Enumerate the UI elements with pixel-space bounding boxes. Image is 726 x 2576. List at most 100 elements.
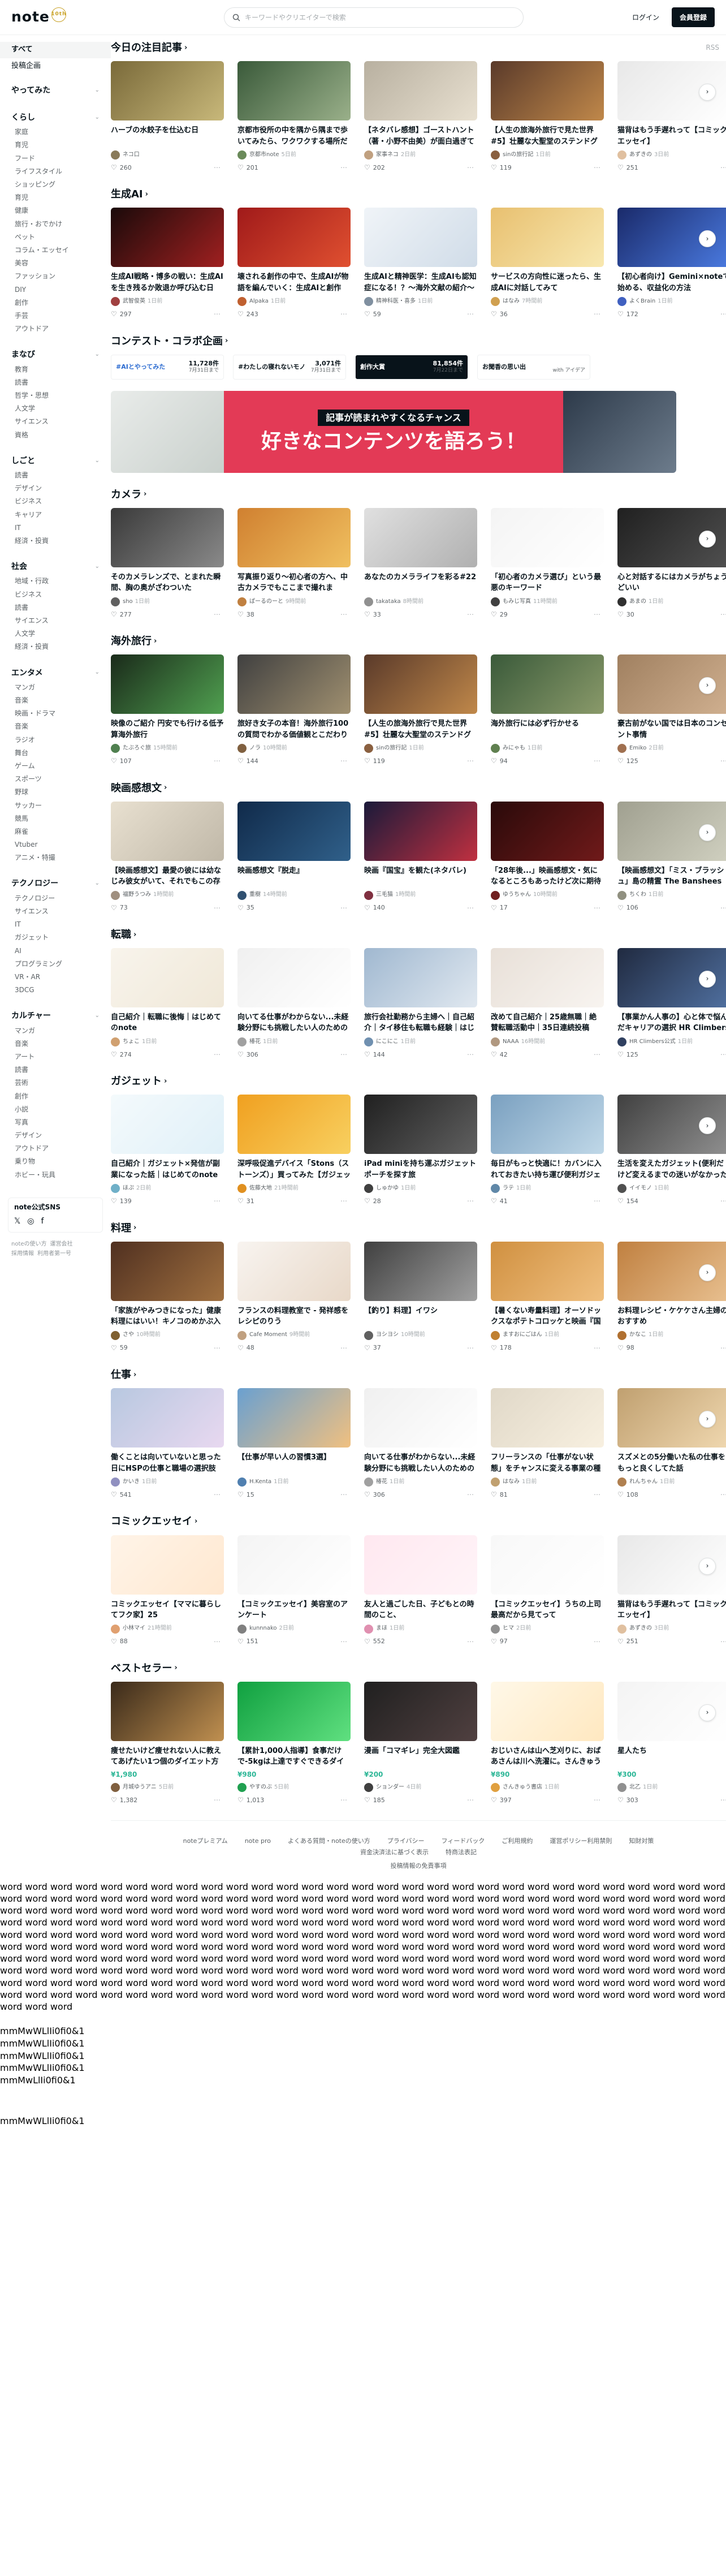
sidebar-item[interactable]: マンガ [0,1024,111,1037]
author-name[interactable]: takataka [376,598,401,606]
author-name[interactable]: 月城ゆうアニ [123,1784,157,1792]
article-thumbnail[interactable] [491,1535,604,1595]
sidebar-item[interactable]: ライフスタイル [0,165,111,178]
avatar[interactable] [364,297,373,307]
more-options-icon[interactable]: ⋯ [340,309,347,319]
heart-icon[interactable]: ♡ [111,756,117,766]
heart-icon[interactable]: ♡ [237,163,244,173]
avatar[interactable] [237,597,247,606]
more-options-icon[interactable]: ⋯ [720,610,726,619]
author-name[interactable]: H.Kenta [249,1478,271,1487]
article-title[interactable]: 友人と過ごした日、子どもとの時間のこと、 [364,1599,477,1621]
article-card[interactable]: 旅行会社勤務から主婦へ｜自己紹介｜タイ移住も転職も経験｜はじめてのnote にこに… [364,947,477,1059]
author-name[interactable]: HR Climbers公式 [629,1038,676,1046]
avatar[interactable] [237,1783,247,1793]
article-title[interactable]: 【ネタバレ感想】ゴーストハント（著・小野不由美）が面白過ぎて令和の世に... [364,125,477,147]
heart-icon[interactable]: ♡ [491,1343,497,1353]
sidebar-item[interactable]: 音楽 [0,1037,111,1050]
author-name[interactable]: 三毛猫 [376,891,393,899]
footer-link[interactable]: フィードバック [442,1837,485,1846]
author-name[interactable]: ほぷ [123,1184,134,1193]
article-title[interactable]: 【人生の旅海外旅行で見た世界#5】壮麗な大聖堂のステンドグラスに魅了さ... [491,125,604,147]
chevron-down-icon[interactable]: ⌄ [95,87,100,95]
sidebar-item[interactable]: DIY [0,283,111,296]
heart-icon[interactable]: ♡ [237,1795,244,1805]
article-title[interactable]: お料理レシピ・ケケケさん主婦のおすすめ [617,1306,726,1328]
heart-icon[interactable]: ♡ [237,1050,244,1059]
sidebar-item[interactable]: 育児 [0,191,111,204]
article-card[interactable]: 【人生の旅海外旅行で見た世界#5】壮麗な大聖堂のステンドグラスに魅了さ... si… [491,61,604,173]
article-title[interactable]: 「家族がやみつきになった」健康料理にはいい！キノコのめかぶ入りのポトチャラ... [111,1306,224,1328]
carousel-next-button[interactable]: › [699,530,716,548]
more-options-icon[interactable]: ⋯ [467,610,474,619]
x-icon[interactable]: 𝕏 [14,1216,20,1227]
article-title[interactable]: 旅好き女子の本音！海外旅行100の質問でわかる価値観とこだわり [237,718,351,740]
more-options-icon[interactable]: ⋯ [594,309,600,319]
heart-icon[interactable]: ♡ [617,1050,624,1059]
carousel-next-button[interactable]: › [699,1704,716,1721]
heart-icon[interactable]: ♡ [617,1343,624,1353]
sidebar-item[interactable]: IT [0,522,111,535]
avatar[interactable] [364,1037,373,1046]
carousel-next-button[interactable]: › [699,1264,716,1281]
article-title[interactable]: 壊される創作の中で、生成AIが物語を編んでいく：生成AIと創作 [237,272,351,294]
author-name[interactable]: みにゃも [503,744,525,753]
sidebar-item[interactable]: IT [0,918,111,931]
article-card[interactable]: 【暑くない寿量料理】オーソドックスなポテトコロッケと映画『国宝』鑑賞と蓋葉院ます… [491,1241,604,1353]
avatar[interactable] [491,1184,500,1194]
heart-icon[interactable]: ♡ [364,163,370,173]
heart-icon[interactable]: ♡ [364,1050,370,1059]
article-card[interactable]: 自己紹介｜ガジェット×発信が副業になった話｜はじめてのnote ほぷ 2日前 ♡ 139… [111,1095,224,1206]
article-title[interactable]: iPad miniを持ち運ぶガジェットポーチを探す旅 [364,1158,477,1181]
avatar[interactable] [111,1184,120,1194]
article-card[interactable]: 映画感想文『脱走』 重樹 14時間前 ♡ 35 ⋯ [237,801,351,913]
login-button[interactable]: ログイン [626,8,665,27]
author-name[interactable]: しゅかゆ [376,1184,399,1193]
avatar[interactable] [237,1037,247,1046]
article-title[interactable]: 毎日がもっと快適に！カバンに入れておきたい持ち運び便利ガジェット6選 [491,1158,604,1181]
article-thumbnail[interactable] [111,1388,224,1448]
article-title[interactable]: 海外旅行には必ず行かせる [491,718,604,740]
article-card[interactable]: 向いてる仕事がわからない...未経験分野にも挑戦したい人のための転職ガイド椿花1… [237,947,351,1059]
sidebar-item[interactable]: 美容 [0,257,111,270]
heart-icon[interactable]: ♡ [617,903,624,913]
heart-icon[interactable]: ♡ [491,1637,497,1647]
avatar[interactable] [364,1624,373,1634]
more-options-icon[interactable]: ⋯ [467,1637,474,1647]
author-name[interactable]: ちくわ [629,891,646,899]
article-card[interactable]: 星人たち ¥300 北乙 1日前 ♡ 303 ⋯ [617,1681,726,1806]
more-options-icon[interactable]: ⋯ [340,1637,347,1647]
more-options-icon[interactable]: ⋯ [467,903,474,913]
more-options-icon[interactable]: ⋯ [720,1050,726,1059]
article-title[interactable]: 向いてる仕事がわからない...未経験分野にも挑戦したい人のための転職ガイド [237,1012,351,1034]
more-options-icon[interactable]: ⋯ [340,1343,347,1353]
article-thumbnail[interactable] [237,1095,351,1155]
author-name[interactable]: よくBrain [629,298,655,306]
chevron-down-icon[interactable]: ⌄ [95,1012,100,1020]
avatar[interactable] [491,1330,500,1340]
heart-icon[interactable]: ♡ [364,1343,370,1353]
author-name[interactable]: ヒマ [503,1625,514,1633]
more-options-icon[interactable]: ⋯ [594,1795,600,1805]
article-title[interactable]: 【映画感想文】「ミス・ブラッシュ」島の精霊 The Banshees of... [617,865,726,888]
sidebar-item[interactable]: アウトドア [0,1142,111,1155]
avatar[interactable] [491,744,500,753]
avatar[interactable] [237,744,247,753]
avatar[interactable] [111,1330,120,1340]
author-name[interactable]: sinの旅行記 [376,744,407,753]
sidebar-item[interactable]: AI [0,945,111,958]
heart-icon[interactable]: ♡ [491,610,497,619]
sidebar-item[interactable]: 読書 [0,601,111,614]
more-options-icon[interactable]: ⋯ [340,163,347,173]
sidebar-item[interactable]: 哲学・思想 [0,389,111,402]
footer-link[interactable]: 知財対策 [629,1837,654,1846]
sidebar-item[interactable]: ビジネス [0,495,111,508]
author-name[interactable]: sinの旅行記 [503,151,533,160]
avatar[interactable] [364,1330,373,1340]
section-title[interactable]: 料理 › [111,1221,136,1236]
avatar[interactable] [364,744,373,753]
author-name[interactable]: にこにこ [376,1038,399,1046]
more-options-icon[interactable]: ⋯ [594,1050,600,1059]
footer-link[interactable]: noteプレミアム [183,1837,228,1846]
sidebar-item[interactable]: 資格 [0,429,111,442]
